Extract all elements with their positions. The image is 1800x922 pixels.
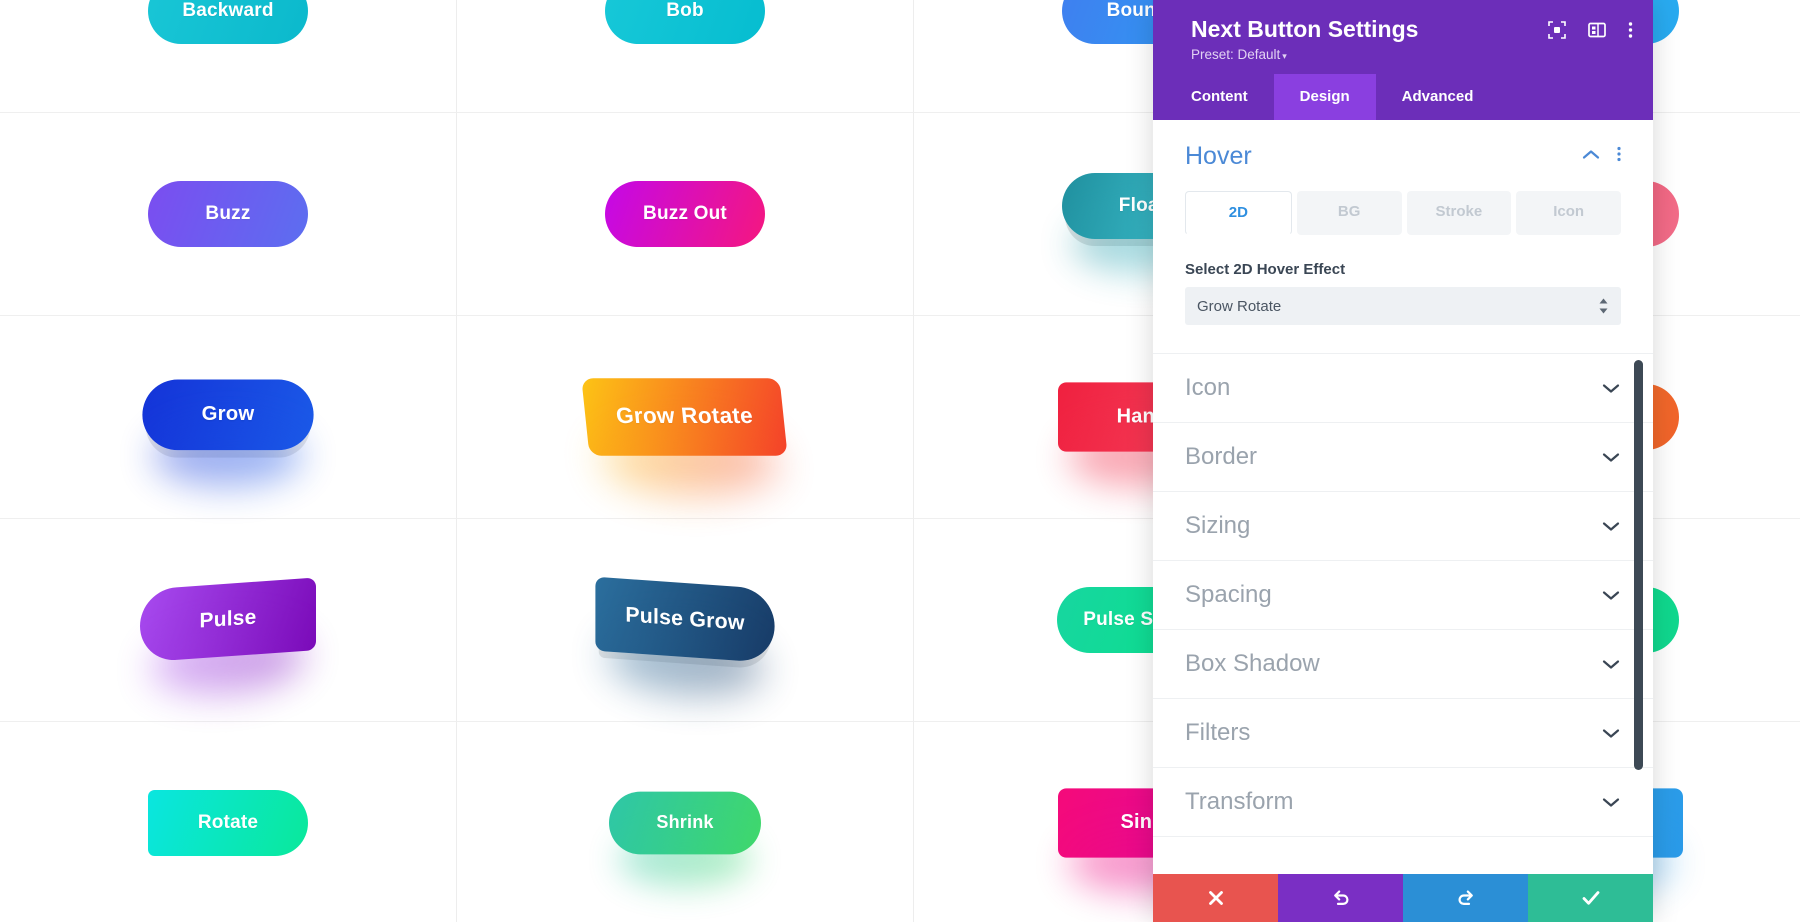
preset-label: Preset: Default: [1191, 47, 1281, 63]
chevron-down-icon: ▾: [1282, 51, 1287, 62]
kebab-menu-icon[interactable]: [1628, 21, 1633, 39]
hover-effect-button[interactable]: Rotate: [148, 790, 308, 856]
save-button[interactable]: [1528, 874, 1653, 922]
preset-selector[interactable]: Preset: Default ▾: [1191, 47, 1418, 62]
hover-section: Hover 2D BG Stroke Icon Select 2D Hover …: [1153, 120, 1653, 326]
hover-effect-button[interactable]: Pulse Grow: [595, 576, 775, 664]
accordion-label: Sizing: [1185, 512, 1251, 540]
accordion-label: Filters: [1185, 719, 1251, 747]
hover-section-title: Hover: [1185, 142, 1252, 171]
accordion-icon[interactable]: Icon: [1153, 354, 1653, 424]
chevron-down-icon: [1601, 382, 1621, 395]
button-cell: Rotate: [0, 722, 457, 922]
accordion-transform[interactable]: Transform: [1153, 768, 1653, 838]
panel-tabs: Content Design Advanced: [1153, 74, 1653, 121]
hover-effect-button[interactable]: Backward: [148, 0, 308, 44]
redo-button[interactable]: [1403, 874, 1528, 922]
hover-effect-button[interactable]: Pulse: [140, 577, 316, 663]
hover-effect-select[interactable]: Grow RotateGrowShrinkPulseFloatBounceRot…: [1185, 287, 1621, 326]
hover-effect-button[interactable]: Grow: [142, 379, 314, 451]
undo-button[interactable]: [1278, 874, 1403, 922]
tab-design[interactable]: Design: [1273, 74, 1376, 121]
hover-effect-button[interactable]: Grow Rotate: [581, 378, 789, 456]
chevron-down-icon: [1601, 727, 1621, 740]
accordion-sizing[interactable]: Sizing: [1153, 492, 1653, 562]
module-settings-panel: Next Button Settings Preset: Default ▾ C…: [1153, 0, 1653, 922]
button-cell: Grow: [0, 316, 457, 519]
button-cell: Shrink: [457, 722, 914, 922]
tab-content[interactable]: Content: [1165, 74, 1274, 120]
hover-segment-icon[interactable]: Icon: [1516, 191, 1621, 236]
chevron-down-icon: [1601, 589, 1621, 602]
button-cell: Grow Rotate: [457, 316, 914, 519]
tab-advanced[interactable]: Advanced: [1376, 74, 1500, 120]
chevron-down-icon: [1601, 520, 1621, 533]
panel-header: Next Button Settings Preset: Default ▾: [1153, 0, 1653, 75]
cancel-button[interactable]: [1153, 874, 1278, 922]
chevron-up-icon[interactable]: [1581, 148, 1601, 166]
hover-effect-button[interactable]: Bob: [605, 0, 765, 44]
button-cell: Pulse Grow: [457, 519, 914, 722]
accordion-label: Spacing: [1185, 581, 1272, 609]
chevron-down-icon: [1601, 451, 1621, 464]
hover-type-segmented-control: 2D BG Stroke Icon: [1185, 191, 1621, 236]
panel-footer: [1153, 874, 1653, 922]
hover-segment-bg[interactable]: BG: [1296, 191, 1402, 236]
accordion-label: Box Shadow: [1185, 650, 1320, 678]
hover-segment-stroke[interactable]: Stroke: [1406, 191, 1512, 236]
hover-segment-2d[interactable]: 2D: [1185, 191, 1292, 236]
hover-effect-field-label: Select 2D Hover Effect: [1185, 261, 1346, 279]
button-cell: Bob: [457, 0, 914, 113]
hover-effect-button[interactable]: Shrink: [609, 791, 761, 855]
button-cell: Backward: [0, 0, 457, 113]
accordion-label: Border: [1185, 443, 1258, 471]
panel-layout-icon[interactable]: [1588, 21, 1606, 39]
hover-effect-select-wrapper: Grow RotateGrowShrinkPulseFloatBounceRot…: [1185, 287, 1621, 326]
panel-title: Next Button Settings: [1191, 16, 1419, 42]
kebab-menu-icon[interactable]: [1617, 146, 1621, 167]
accordion-label: Transform: [1185, 788, 1294, 816]
accordion-box-shadow[interactable]: Box Shadow: [1153, 630, 1653, 700]
hover-effect-button[interactable]: Buzz: [148, 181, 308, 247]
button-cell: Pulse: [0, 519, 457, 722]
accordion-spacing[interactable]: Spacing: [1153, 561, 1653, 631]
chevron-down-icon: [1601, 796, 1621, 809]
hover-effect-button[interactable]: Buzz Out: [605, 181, 765, 247]
design-accordion-list: Icon Border Sizing Spacing Box Shadow Filters…: [1153, 353, 1653, 838]
panel-body: Hover 2D BG Stroke Icon Select 2D Hover …: [1153, 120, 1653, 874]
button-cell: Buzz: [0, 113, 457, 316]
accordion-label: Icon: [1185, 374, 1231, 402]
button-cell: Buzz Out: [457, 113, 914, 316]
chevron-down-icon: [1601, 658, 1621, 671]
panel-scrollbar[interactable]: [1634, 360, 1643, 771]
focus-target-icon[interactable]: [1548, 21, 1566, 39]
accordion-border[interactable]: Border: [1153, 423, 1653, 493]
accordion-filters[interactable]: Filters: [1153, 699, 1653, 769]
